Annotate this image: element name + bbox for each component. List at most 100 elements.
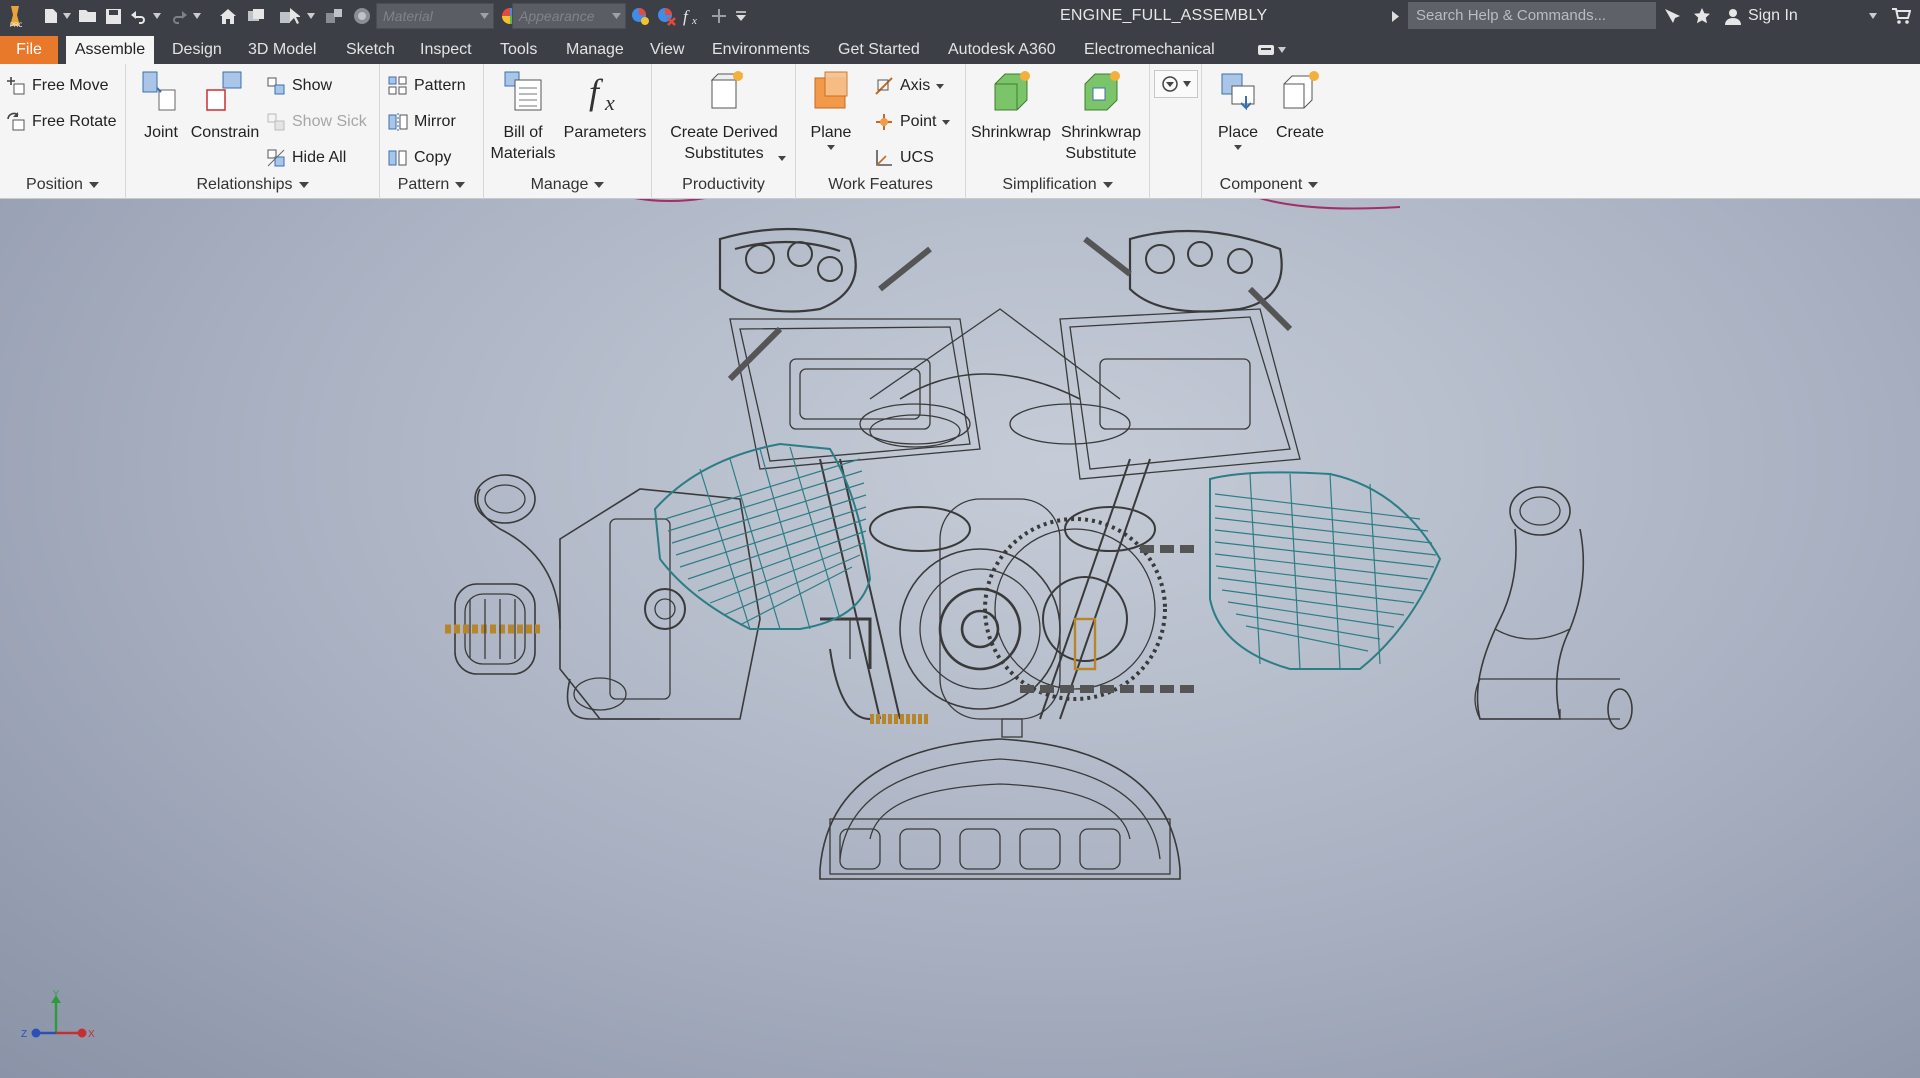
chevron-down-icon <box>1308 181 1319 188</box>
new-icon[interactable] <box>40 0 62 32</box>
shrinkwrap-substitute-button[interactable]: Shrinkwrap Substitute <box>1058 68 1144 164</box>
panel-title-component-label: Component <box>1219 176 1303 193</box>
shrinkwrap-substitute-label-2: Substitute <box>1065 145 1137 162</box>
save-icon[interactable] <box>102 0 124 32</box>
axis-button[interactable]: Axis <box>874 72 945 100</box>
search-input[interactable]: Search Help & Commands... <box>1408 2 1656 29</box>
hide-all-label: Hide All <box>292 149 347 166</box>
tab-sketch[interactable]: Sketch <box>342 36 399 64</box>
panel-title-manage-label: Manage <box>530 176 589 193</box>
panel-title-work-features-label: Work Features <box>828 176 933 193</box>
panel-title-simplification-label: Simplification <box>1002 176 1097 193</box>
new-dropdown-icon[interactable] <box>62 0 72 32</box>
create-component-button[interactable]: Create <box>1270 68 1330 143</box>
copy-label: Copy <box>414 149 452 166</box>
adjust-appearance-icon[interactable] <box>628 0 652 32</box>
free-move-button[interactable]: Free Move <box>6 72 108 100</box>
select-dropdown-icon[interactable] <box>306 0 316 32</box>
constrain-button[interactable]: Constrain <box>188 68 262 143</box>
bill-of-materials-button[interactable]: Bill of Materials <box>486 68 560 164</box>
show-sick-button[interactable]: Show Sick <box>266 108 367 136</box>
customize-icon[interactable] <box>732 0 750 32</box>
binoculars-icon[interactable] <box>1660 0 1684 32</box>
clear-override-icon[interactable] <box>654 0 678 32</box>
open-icon[interactable] <box>76 0 100 32</box>
chevron-down-icon[interactable] <box>778 148 786 166</box>
graphics-viewport[interactable]: Y X Z <box>0 199 1920 1078</box>
panel-title-manage[interactable]: Manage <box>484 173 651 197</box>
panel-title-position[interactable]: Position <box>0 173 125 197</box>
ucs-button[interactable]: UCS <box>874 144 934 172</box>
engine-wireframe-model[interactable] <box>0 199 1920 1078</box>
tab-assemble[interactable]: Assemble <box>66 36 154 64</box>
show-label: Show <box>292 77 333 94</box>
panel-title-simplification[interactable]: Simplification <box>966 173 1149 197</box>
sign-in-button[interactable]: Sign In <box>1724 0 1798 32</box>
point-button[interactable]: Point <box>874 108 951 136</box>
tab-tools[interactable]: Tools <box>496 36 541 64</box>
copy-icon <box>388 150 407 166</box>
redo-dropdown-icon[interactable] <box>192 0 202 32</box>
left-rotor <box>445 583 540 675</box>
panel-relationships: Joint Constrain Show Show Sick Hide All … <box>126 64 380 199</box>
free-rotate-label: Free Rotate <box>32 113 117 130</box>
mirror-button[interactable]: Mirror <box>388 108 456 136</box>
copy-button[interactable]: Copy <box>388 144 451 172</box>
panel-title-relationships[interactable]: Relationships <box>126 173 379 197</box>
panel-title-productivity-label: Productivity <box>682 176 765 193</box>
undo-dropdown-icon[interactable] <box>152 0 162 32</box>
star-icon[interactable] <box>1690 0 1714 32</box>
plane-icon <box>814 71 848 109</box>
app-logo-icon[interactable]: PRO <box>4 0 26 32</box>
point-icon <box>876 114 892 130</box>
record-icon <box>1162 76 1178 92</box>
show-button[interactable]: Show <box>266 72 332 100</box>
tab-3d-model[interactable]: 3D Model <box>244 36 320 64</box>
chevron-down-icon <box>827 145 835 150</box>
panel-productivity: Create Derived Substitutes Productivity <box>652 64 796 199</box>
select-icon[interactable] <box>276 0 302 32</box>
axis-x-label: X <box>88 1029 95 1040</box>
color-sphere-icon[interactable] <box>350 0 374 32</box>
joint-icon <box>142 71 176 111</box>
tab-view[interactable]: View <box>646 36 688 64</box>
return-icon[interactable] <box>244 0 268 32</box>
chevron-down-icon <box>1183 81 1191 87</box>
material-dropdown[interactable]: Material <box>376 3 494 29</box>
tab-inspect[interactable]: Inspect <box>416 36 476 64</box>
home-icon[interactable] <box>216 0 240 32</box>
update-icon[interactable] <box>322 0 346 32</box>
panel-title-pattern[interactable]: Pattern <box>380 173 483 197</box>
plus-icon[interactable] <box>708 0 730 32</box>
tab-manage[interactable]: Manage <box>562 36 628 64</box>
help-cart-icon[interactable] <box>1888 0 1914 32</box>
appearance-dropdown[interactable]: Appearance <box>512 3 626 29</box>
view-options-dropdown[interactable] <box>1154 70 1198 98</box>
chevron-down-icon <box>455 181 466 188</box>
pattern-button[interactable]: Pattern <box>388 72 466 100</box>
hide-all-button[interactable]: Hide All <box>266 144 346 172</box>
tab-electromechanical[interactable]: Electromechanical <box>1080 36 1219 64</box>
parameters-icon: fx <box>589 72 615 115</box>
panel-title-component[interactable]: Component <box>1202 173 1336 197</box>
right-exhaust-pipe <box>1474 486 1633 730</box>
plane-button[interactable]: Plane <box>800 68 862 150</box>
place-button[interactable]: Place <box>1208 68 1268 150</box>
joint-button[interactable]: Joint <box>136 68 186 143</box>
create-derived-substitutes-button[interactable]: Create Derived Substitutes <box>662 68 786 164</box>
derived-label-1: Create Derived <box>670 124 778 141</box>
free-rotate-button[interactable]: Free Rotate <box>6 108 116 136</box>
tab-design[interactable]: Design <box>168 36 226 64</box>
redo-icon[interactable] <box>168 0 190 32</box>
tab-get-started[interactable]: Get Started <box>834 36 924 64</box>
shrinkwrap-button[interactable]: Shrinkwrap <box>970 68 1052 143</box>
tab-environments[interactable]: Environments <box>708 36 814 64</box>
tab-autodesk-a360[interactable]: Autodesk A360 <box>944 36 1060 64</box>
undo-icon[interactable] <box>128 0 150 32</box>
fx-icon[interactable]: fx <box>680 0 706 32</box>
parameters-button[interactable]: fx Parameters <box>562 68 648 143</box>
chevron-right-icon[interactable] <box>1388 0 1402 32</box>
tab-file[interactable]: File <box>0 36 58 64</box>
panel-visibility-icon[interactable] <box>1258 36 1286 64</box>
account-dropdown-icon[interactable] <box>1868 0 1878 32</box>
